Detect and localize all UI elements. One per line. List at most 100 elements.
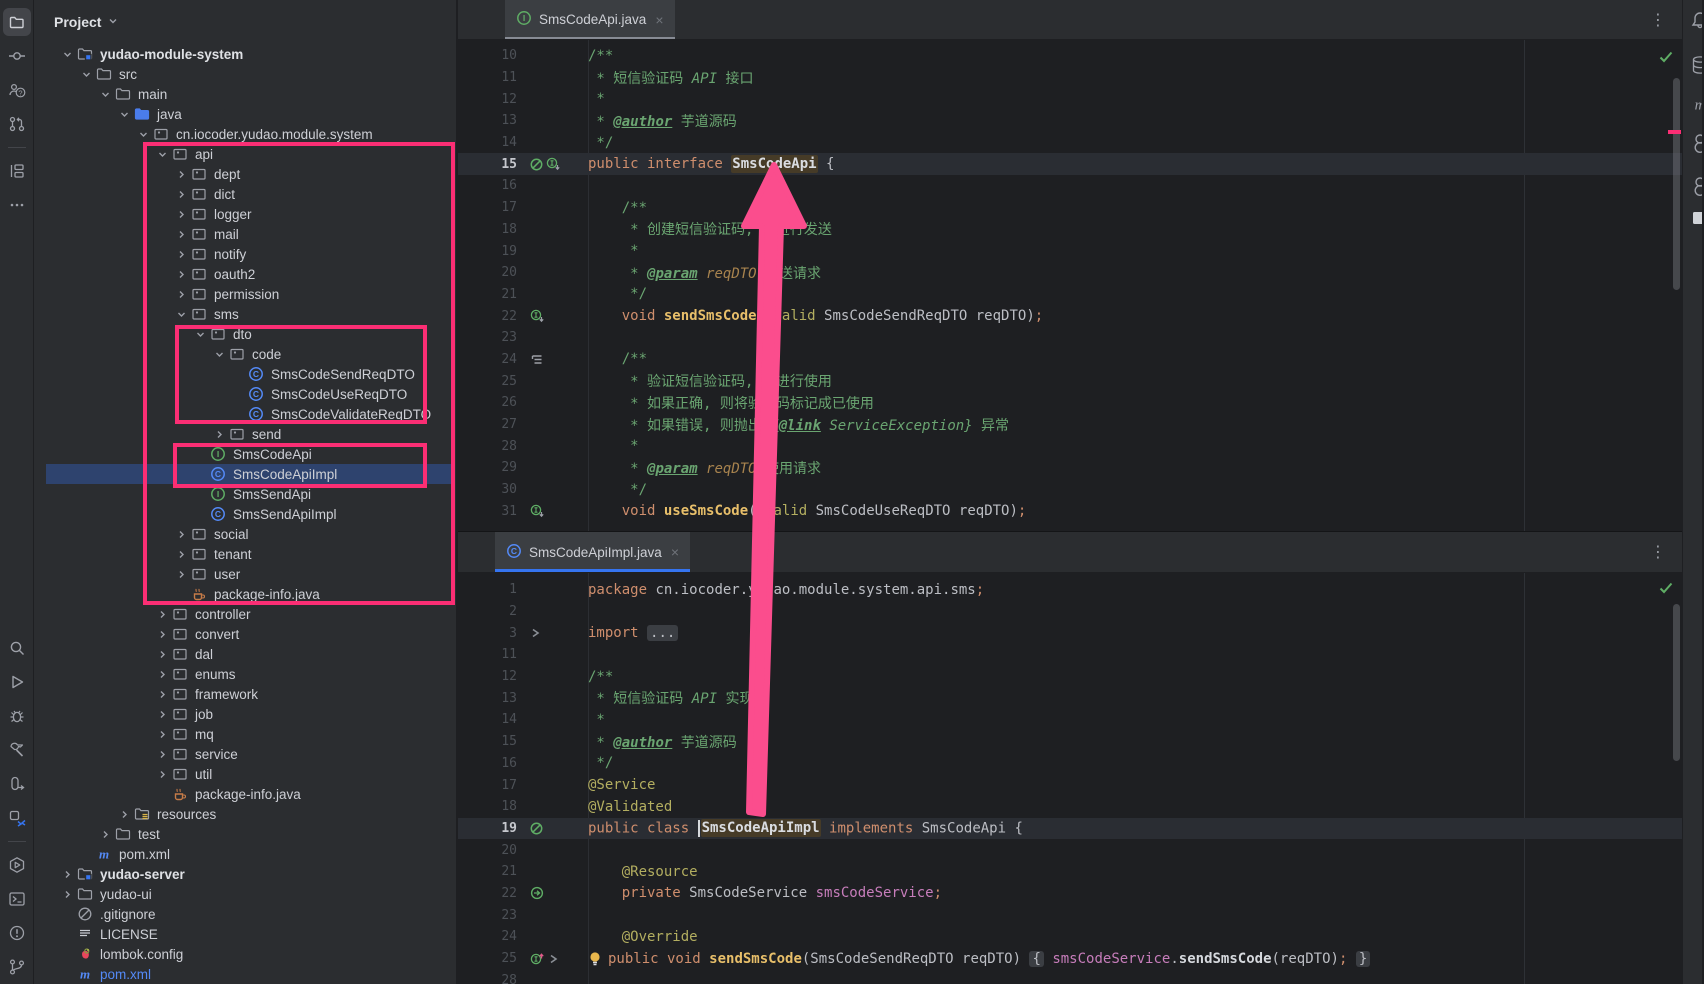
tree-item-util[interactable]: util	[34, 764, 456, 784]
tree-item-smscodevalidatereqdto[interactable]: CSmsCodeValidateReqDTO	[34, 404, 456, 424]
tool-button-run-anything[interactable]	[3, 851, 31, 879]
impl-down-icon[interactable]	[530, 504, 545, 518]
code-line-20[interactable]: 20	[458, 839, 1682, 861]
tree-item-mq[interactable]: mq	[34, 724, 456, 744]
code-line-28[interactable]: 28 *	[458, 435, 1682, 457]
tree-item-yudao-ui[interactable]: yudao-ui	[34, 884, 456, 904]
code-line-24[interactable]: 24 /**	[458, 349, 1682, 371]
chevron-right-icon[interactable]	[153, 726, 171, 742]
tree-item-notify[interactable]: notify	[34, 244, 456, 264]
code-line-23[interactable]: 23	[458, 327, 1682, 349]
tree-item-dept[interactable]: dept	[34, 164, 456, 184]
tool-button-run[interactable]	[3, 668, 31, 696]
tool-button-maven[interactable]: m	[1689, 93, 1702, 117]
tree-item-main[interactable]: main	[34, 84, 456, 104]
code-line-30[interactable]: 30 */	[458, 479, 1682, 501]
fold-icon[interactable]	[530, 627, 541, 639]
tree-item-dto[interactable]: dto	[34, 324, 456, 344]
close-icon[interactable]: ×	[655, 12, 663, 28]
tree-item-resources[interactable]: resources	[34, 804, 456, 824]
over-up-icon[interactable]	[530, 952, 545, 966]
code-line-20[interactable]: 20 * @param reqDTO 发送请求	[458, 262, 1682, 284]
chevron-right-icon[interactable]	[172, 166, 190, 182]
code-line-24[interactable]: 24 @Override	[458, 926, 1682, 948]
chevron-right-icon[interactable]	[153, 606, 171, 622]
editor-smscodeapi[interactable]: 10/**11 * 短信验证码 API 接口12 *13 * @author 芋…	[458, 40, 1682, 531]
code-line-12[interactable]: 12 *	[458, 88, 1682, 110]
tree-item-tenant[interactable]: tenant	[34, 544, 456, 564]
chevron-right-icon[interactable]	[153, 706, 171, 722]
chevron-down-icon[interactable]	[191, 326, 209, 342]
inspections-ok-icon[interactable]	[1659, 50, 1673, 68]
tree-item-user[interactable]: user	[34, 564, 456, 584]
tree-item-service[interactable]: service	[34, 744, 456, 764]
code-line-22[interactable]: 22 void sendSmsCode(@Valid SmsCodeSendRe…	[458, 305, 1682, 327]
code-line-10[interactable]: 10/**	[458, 45, 1682, 67]
close-icon[interactable]: ×	[671, 544, 679, 560]
tree-item-yudao-server[interactable]: yudao-server	[34, 864, 456, 884]
code-line-26[interactable]: 26 * 如果正确, 则将验证码标记成已使用	[458, 392, 1682, 414]
tree-item-logger[interactable]: logger	[34, 204, 456, 224]
tree-item-package-info-java[interactable]: package-info.java	[34, 584, 456, 604]
code-line-18[interactable]: 18 * 创建短信验证码, 并进行发送	[458, 219, 1682, 241]
chevron-down-icon[interactable]	[115, 106, 133, 122]
tree-item-cn-iocoder-yudao-module-system[interactable]: cn.iocoder.yudao.module.system	[34, 124, 456, 144]
chevron-down-icon[interactable]	[134, 126, 152, 142]
chevron-right-icon[interactable]	[115, 806, 133, 822]
code-line-22[interactable]: 22 private SmsCodeService smsCodeService…	[458, 883, 1682, 905]
impl-slash-icon[interactable]	[530, 158, 543, 171]
code-line-16[interactable]: 16	[458, 175, 1682, 197]
tree-item-api[interactable]: api	[34, 144, 456, 164]
chevron-down-icon[interactable]	[96, 86, 114, 102]
tool-button-debug[interactable]	[3, 702, 31, 730]
chevron-right-icon[interactable]	[210, 426, 228, 442]
chevron-right-icon[interactable]	[58, 886, 76, 902]
tool-button-database[interactable]	[1689, 54, 1702, 78]
tool-button-tool-window[interactable]	[1689, 207, 1702, 231]
code-line-1[interactable]: 1package cn.iocoder.yudao.module.system.…	[458, 579, 1682, 601]
scrollbar-thumb[interactable]	[1673, 604, 1680, 761]
tool-button-pull-requests[interactable]	[3, 110, 31, 138]
tool-button-project-folder[interactable]	[3, 8, 31, 36]
code-line-14[interactable]: 14 *	[458, 709, 1682, 731]
tool-button-more-tools[interactable]	[3, 191, 31, 219]
tool-button-bean[interactable]	[1689, 132, 1702, 156]
tree-item-smssendapiimpl[interactable]: CSmsSendApiImpl	[34, 504, 456, 524]
code-line-17[interactable]: 17 /**	[458, 197, 1682, 219]
tree-item-send[interactable]: send	[34, 424, 456, 444]
chevron-right-icon[interactable]	[153, 646, 171, 662]
tree-item-smscodeapiimpl[interactable]: CSmsCodeApiImpl	[34, 464, 456, 484]
chevron-down-icon[interactable]	[58, 46, 76, 62]
code-line-31[interactable]: 31 void useSmsCode(@Valid SmsCodeUseReqD…	[458, 500, 1682, 522]
chevron-right-icon[interactable]	[153, 746, 171, 762]
intention-bulb-icon[interactable]	[588, 951, 602, 967]
project-panel-title[interactable]: Project	[54, 14, 101, 30]
code-line-11[interactable]: 11	[458, 644, 1682, 666]
tool-button-services[interactable]	[3, 804, 31, 832]
chevron-right-icon[interactable]	[172, 186, 190, 202]
editor-options-menu-icon[interactable]: ⋮	[1650, 542, 1666, 562]
code-line-3[interactable]: 3import ...	[458, 622, 1682, 644]
impl-down-icon[interactable]	[546, 157, 561, 171]
code-line-17[interactable]: 17@Service	[458, 774, 1682, 796]
editor-options-menu-icon[interactable]: ⋮	[1650, 10, 1666, 30]
chevron-down-icon[interactable]	[153, 146, 171, 162]
tree-item-sms[interactable]: sms	[34, 304, 456, 324]
chevron-right-icon[interactable]	[172, 266, 190, 282]
chevron-right-icon[interactable]	[172, 546, 190, 562]
chevron-right-icon[interactable]	[172, 206, 190, 222]
tree-item-package-info-java[interactable]: package-info.java	[34, 784, 456, 804]
tree-item-smscodeapi[interactable]: ISmsCodeApi	[34, 444, 456, 464]
editor-smscodeapiimpl[interactable]: 1package cn.iocoder.yudao.module.system.…	[458, 573, 1682, 984]
tree-item-controller[interactable]: controller	[34, 604, 456, 624]
code-line-2[interactable]: 2	[458, 601, 1682, 623]
chevron-down-icon[interactable]	[77, 66, 95, 82]
chevron-right-icon[interactable]	[153, 626, 171, 642]
code-line-19[interactable]: 19public class SmsCodeApiImpl implements…	[458, 818, 1682, 840]
tool-button-version-control[interactable]	[3, 953, 31, 981]
tree-item-smscodeusereqdto[interactable]: CSmsCodeUseReqDTO	[34, 384, 456, 404]
chevron-down-icon[interactable]	[210, 346, 228, 362]
code-line-12[interactable]: 12/**	[458, 666, 1682, 688]
chevron-right-icon[interactable]	[172, 566, 190, 582]
tool-button-terminal[interactable]	[3, 885, 31, 913]
